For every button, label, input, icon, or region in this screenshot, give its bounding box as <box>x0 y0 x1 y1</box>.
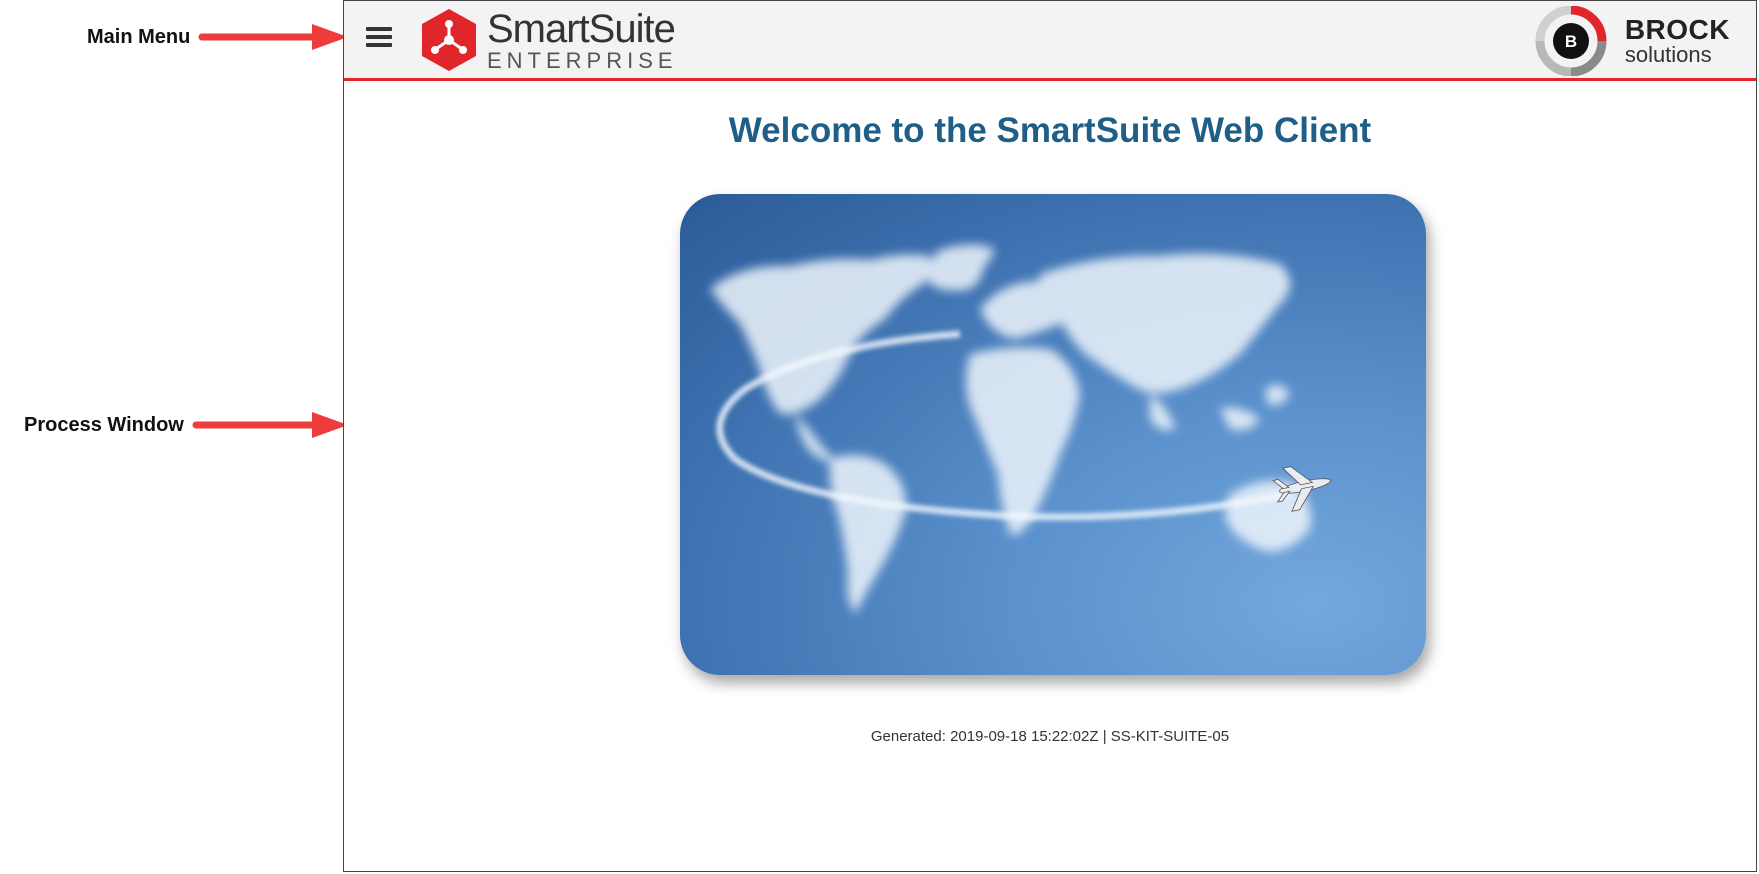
app-window: SmartSuite ENTERPRISE B BROCK solutions … <box>343 0 1757 872</box>
arrow-right-icon <box>192 412 348 438</box>
welcome-title: Welcome to the SmartSuite Web Client <box>728 111 1372 150</box>
world-map-hero-image <box>680 194 1426 675</box>
world-map-illustration <box>710 244 1331 614</box>
partner-name: BROCK <box>1624 14 1730 45</box>
main-menu-annotation-label: Main Menu <box>87 25 191 48</box>
main-menu-callout: Main Menu <box>87 22 350 52</box>
process-window-callout: Process Window <box>24 410 350 440</box>
brand-name: SmartSuite <box>487 6 676 51</box>
smartsuite-logo-icon <box>422 9 476 71</box>
arrow-right-icon <box>198 24 349 50</box>
brock-solutions-logo: B BROCK solutions <box>1531 5 1730 77</box>
partner-subtitle: solutions <box>1624 42 1712 67</box>
generated-timestamp: Generated: 2019-09-18 15:22:02Z | SS-KIT… <box>870 728 1230 745</box>
brand-subtitle: ENTERPRISE <box>487 47 678 73</box>
smartsuite-logo: SmartSuite ENTERPRISE <box>419 7 678 73</box>
app-header: SmartSuite ENTERPRISE B BROCK solutions <box>344 1 1756 81</box>
brock-logo-icon: B <box>1535 6 1607 76</box>
hamburger-menu-icon[interactable] <box>366 27 392 51</box>
process-window-annotation-label: Process Window <box>24 413 184 436</box>
partner-badge: B <box>1565 32 1577 51</box>
